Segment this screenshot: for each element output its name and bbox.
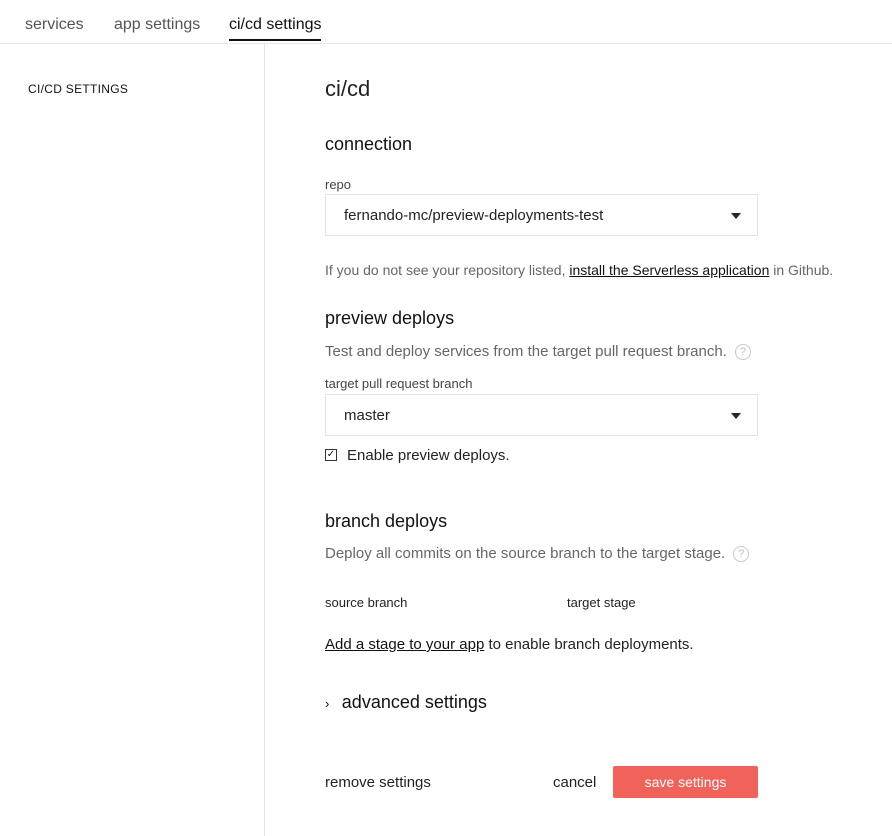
repo-help-suffix: in Github. — [769, 262, 834, 278]
save-settings-button[interactable]: save settings — [613, 766, 758, 798]
target-branch-value: master — [344, 407, 390, 424]
page-title: ci/cd — [325, 76, 371, 101]
repo-help-text: If you do not see your repository listed… — [325, 262, 833, 278]
preview-deploys-description-text: Test and deploy services from the target… — [325, 343, 727, 360]
advanced-settings-label: advanced settings — [341, 692, 487, 712]
caret-down-icon — [731, 413, 741, 419]
add-stage-link[interactable]: Add a stage to your app — [325, 636, 484, 653]
target-branch-select[interactable]: master — [325, 394, 758, 436]
remove-settings-button[interactable]: remove settings — [325, 774, 431, 791]
tab-services[interactable]: services — [25, 15, 84, 39]
advanced-settings-toggle[interactable]: › advanced settings — [325, 692, 487, 713]
add-stage-text: Add a stage to your app to enable branch… — [325, 636, 694, 653]
branch-deploys-heading: branch deploys — [325, 511, 448, 531]
repo-select[interactable]: fernando-mc/preview-deployments-test — [325, 194, 758, 236]
repo-help-prefix: If you do not see your repository listed… — [325, 262, 570, 278]
sidebar: CI/CD SETTINGS — [0, 44, 265, 836]
tab-cicd-settings[interactable]: ci/cd settings — [229, 15, 322, 41]
preview-deploys-heading: preview deploys — [325, 308, 455, 328]
main-content: ci/cd connection repo fernando-mc/previe… — [325, 44, 885, 836]
enable-preview-checkbox[interactable]: ✓ — [325, 449, 337, 461]
repo-select-value: fernando-mc/preview-deployments-test — [344, 207, 604, 224]
caret-down-icon — [731, 213, 741, 219]
chevron-right-icon: › — [325, 696, 330, 711]
install-serverless-app-link[interactable]: install the Serverless application — [569, 262, 769, 278]
help-icon[interactable]: ? — [733, 546, 750, 563]
enable-preview-label: Enable preview deploys. — [347, 447, 510, 464]
target-branch-label: target pull request branch — [325, 376, 473, 391]
tab-app-settings[interactable]: app settings — [114, 15, 200, 39]
sidebar-item-cicd-settings[interactable]: CI/CD SETTINGS — [28, 82, 128, 96]
connection-heading: connection — [325, 134, 413, 154]
add-stage-suffix: to enable branch deployments. — [484, 636, 694, 653]
preview-deploys-description: Test and deploy services from the target… — [325, 343, 751, 361]
cancel-button[interactable]: cancel — [553, 774, 596, 791]
help-icon[interactable]: ? — [734, 344, 751, 361]
repo-label: repo — [325, 177, 352, 192]
top-nav: services app settings ci/cd settings — [0, 0, 892, 44]
branch-deploys-description-text: Deploy all commits on the source branch … — [325, 545, 726, 562]
branch-deploys-description: Deploy all commits on the source branch … — [325, 545, 750, 563]
target-stage-column: target stage — [567, 595, 636, 610]
source-branch-column: source branch — [325, 595, 408, 610]
